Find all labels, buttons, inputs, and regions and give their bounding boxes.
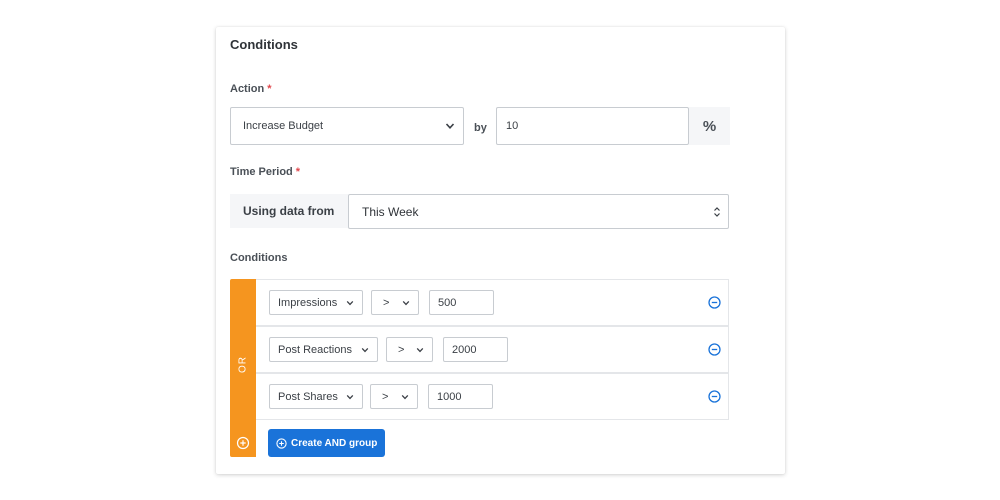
create-and-group-button[interactable]: Create AND group [268, 429, 385, 457]
metric-select-value: Post Shares [278, 390, 338, 403]
chevron-down-icon [402, 300, 410, 305]
condition-row: Post Shares > 1000 [256, 373, 729, 420]
plus-circle-icon[interactable] [236, 436, 250, 450]
operator-select-value: > [383, 296, 390, 309]
condition-value: 500 [438, 296, 457, 309]
time-period-select-value: This Week [362, 204, 419, 219]
action-select-value: Increase Budget [243, 120, 324, 132]
amount-input[interactable]: 10 [496, 107, 689, 145]
time-period-label-text: Time Period [230, 166, 293, 178]
time-period-select[interactable]: This Week [348, 194, 729, 229]
conditions-card: Conditions Action * Increase Budget by 10… [216, 27, 785, 474]
action-label-text: Action [230, 83, 265, 95]
metric-select[interactable]: Post Reactions [269, 337, 378, 362]
updown-arrows-icon [714, 206, 720, 217]
required-mark: * [267, 83, 272, 95]
condition-value-input[interactable]: 500 [429, 290, 494, 315]
using-data-from-label: Using data from [230, 194, 348, 228]
metric-select[interactable]: Post Shares [269, 384, 363, 409]
metric-select-value: Impressions [278, 296, 338, 309]
operator-select[interactable]: > [371, 290, 419, 315]
action-label: Action * [230, 83, 272, 95]
or-label: OR [237, 356, 249, 373]
conditions-label: Conditions [230, 252, 288, 264]
or-group-bar: OR [230, 279, 256, 457]
condition-row: Impressions > 500 [256, 279, 729, 326]
chevron-down-icon [346, 300, 354, 305]
by-text: by [474, 122, 487, 134]
condition-value: 2000 [452, 343, 477, 356]
metric-select-value: Post Reactions [278, 343, 352, 356]
time-period-label: Time Period * [230, 166, 300, 178]
chevron-down-icon [361, 347, 369, 352]
percent-unit: % [689, 107, 730, 145]
create-and-group-label: Create AND group [291, 437, 378, 449]
metric-select[interactable]: Impressions [269, 290, 363, 315]
required-mark: * [295, 166, 301, 178]
operator-select-value: > [398, 343, 405, 356]
chevron-down-icon [401, 394, 409, 399]
action-select[interactable]: Increase Budget [230, 107, 464, 145]
operator-select[interactable]: > [370, 384, 418, 409]
operator-select[interactable]: > [386, 337, 433, 362]
minus-circle-icon[interactable] [708, 390, 721, 403]
condition-row: Post Reactions > 2000 [256, 326, 729, 373]
chevron-down-icon [346, 394, 354, 399]
chevron-down-icon [416, 347, 424, 352]
card-title: Conditions [230, 37, 298, 52]
plus-circle-icon [276, 437, 287, 449]
minus-circle-icon[interactable] [708, 296, 721, 309]
minus-circle-icon[interactable] [708, 343, 721, 356]
chevron-down-icon [445, 123, 455, 129]
operator-select-value: > [382, 390, 389, 403]
condition-value-input[interactable]: 1000 [428, 384, 493, 409]
condition-value-input[interactable]: 2000 [443, 337, 508, 362]
amount-input-value: 10 [506, 120, 519, 132]
condition-value: 1000 [437, 390, 462, 403]
